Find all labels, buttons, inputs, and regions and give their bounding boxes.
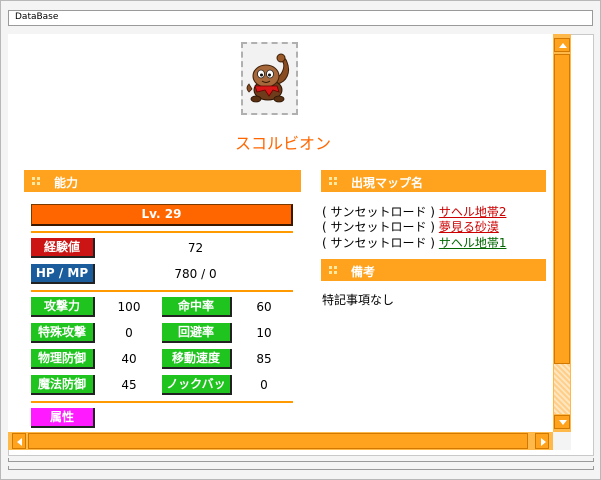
vertical-scroll-thumb[interactable] bbox=[554, 54, 570, 364]
stat-label-attack: 攻撃力 bbox=[31, 297, 95, 317]
monster-portrait-frame bbox=[241, 42, 298, 115]
map-link[interactable]: サヘル地帯2 bbox=[439, 205, 507, 219]
exp-value: 72 bbox=[187, 241, 204, 255]
scroll-right-icon bbox=[541, 438, 546, 446]
horizontal-scrollbar[interactable] bbox=[8, 432, 553, 450]
stat-label-magic-defense: 魔法防御 bbox=[31, 375, 95, 395]
monster-page: スコルビオン 能力 Lv. 29 経験値 72 HP / MP 780 / 0 … bbox=[8, 34, 553, 432]
stat-value-accuracy: 60 bbox=[256, 300, 272, 314]
scroll-left-icon bbox=[17, 438, 22, 446]
stat-value-physical-defense: 40 bbox=[121, 352, 137, 366]
map-list-item: ( サンセットロード ) サヘル地帯1 bbox=[322, 234, 506, 251]
vertical-scroll-track[interactable] bbox=[554, 364, 570, 414]
stat-label-accuracy: 命中率 bbox=[162, 297, 232, 317]
horizontal-scroll-thumb[interactable] bbox=[28, 433, 528, 449]
map-region: ( サンセットロード ) bbox=[322, 205, 435, 219]
scroll-down-icon bbox=[559, 420, 567, 425]
stat-value-knockback: 0 bbox=[260, 378, 268, 392]
window-title: DataBase bbox=[15, 12, 59, 22]
stat-label-move-speed: 移動速度 bbox=[162, 349, 232, 369]
divider bbox=[31, 231, 293, 233]
section-title: 出現マップ名 bbox=[351, 176, 424, 190]
map-link[interactable]: 夢見る砂漠 bbox=[439, 220, 499, 234]
stats-section-header: 能力 bbox=[24, 170, 301, 192]
hpmp-value: 780 / 0 bbox=[174, 267, 217, 281]
scroll-right-button[interactable] bbox=[535, 433, 549, 449]
scroll-down-button[interactable] bbox=[554, 415, 570, 429]
map-link[interactable]: サヘル地帯1 bbox=[439, 236, 507, 250]
attribute-label: 属性 bbox=[31, 408, 95, 428]
map-region: ( サンセットロード ) bbox=[322, 236, 435, 250]
hpmp-label: HP / MP bbox=[31, 264, 95, 284]
maps-section-header: 出現マップ名 bbox=[321, 170, 546, 192]
section-bullet-icon bbox=[329, 266, 337, 274]
stat-value-special-attack: 0 bbox=[125, 326, 133, 340]
stat-value-magic-defense: 45 bbox=[121, 378, 137, 392]
stat-label-physical-defense: 物理防御 bbox=[31, 349, 95, 369]
stat-value-move-speed: 85 bbox=[256, 352, 272, 366]
divider bbox=[31, 290, 293, 292]
scroll-left-button[interactable] bbox=[12, 433, 26, 449]
stat-value-attack: 100 bbox=[117, 300, 141, 314]
stat-value-evasion: 10 bbox=[256, 326, 272, 340]
frame-border bbox=[8, 466, 594, 470]
vertical-scrollbar[interactable] bbox=[553, 34, 571, 432]
stat-label-knockback: ノックバック bbox=[162, 375, 232, 409]
section-title: 備考 bbox=[351, 265, 376, 279]
map-region: ( サンセットロード ) bbox=[322, 220, 435, 234]
section-bullet-icon bbox=[329, 177, 337, 185]
monster-name: スコルビオン bbox=[234, 134, 331, 153]
divider bbox=[31, 401, 293, 403]
scrollbar-corner bbox=[553, 432, 571, 450]
title-bar: DataBase bbox=[8, 10, 593, 26]
notes-section-header: 備考 bbox=[321, 259, 546, 281]
frame-border bbox=[8, 458, 594, 462]
section-bullet-icon bbox=[32, 177, 40, 185]
stat-label-evasion: 回避率 bbox=[162, 323, 232, 343]
section-title: 能力 bbox=[54, 176, 79, 190]
level-bar: Lv. 29 bbox=[31, 204, 293, 226]
map-list-item: ( サンセットロード ) 夢見る砂漠 bbox=[322, 218, 499, 235]
scroll-up-button[interactable] bbox=[554, 38, 570, 52]
scroll-up-icon bbox=[559, 43, 567, 48]
stat-label-special-attack: 特殊攻撃 bbox=[31, 323, 95, 343]
exp-label: 経験値 bbox=[31, 238, 95, 258]
notes-text: 特記事項なし bbox=[322, 293, 395, 307]
monster-portrait-icon bbox=[246, 53, 290, 103]
